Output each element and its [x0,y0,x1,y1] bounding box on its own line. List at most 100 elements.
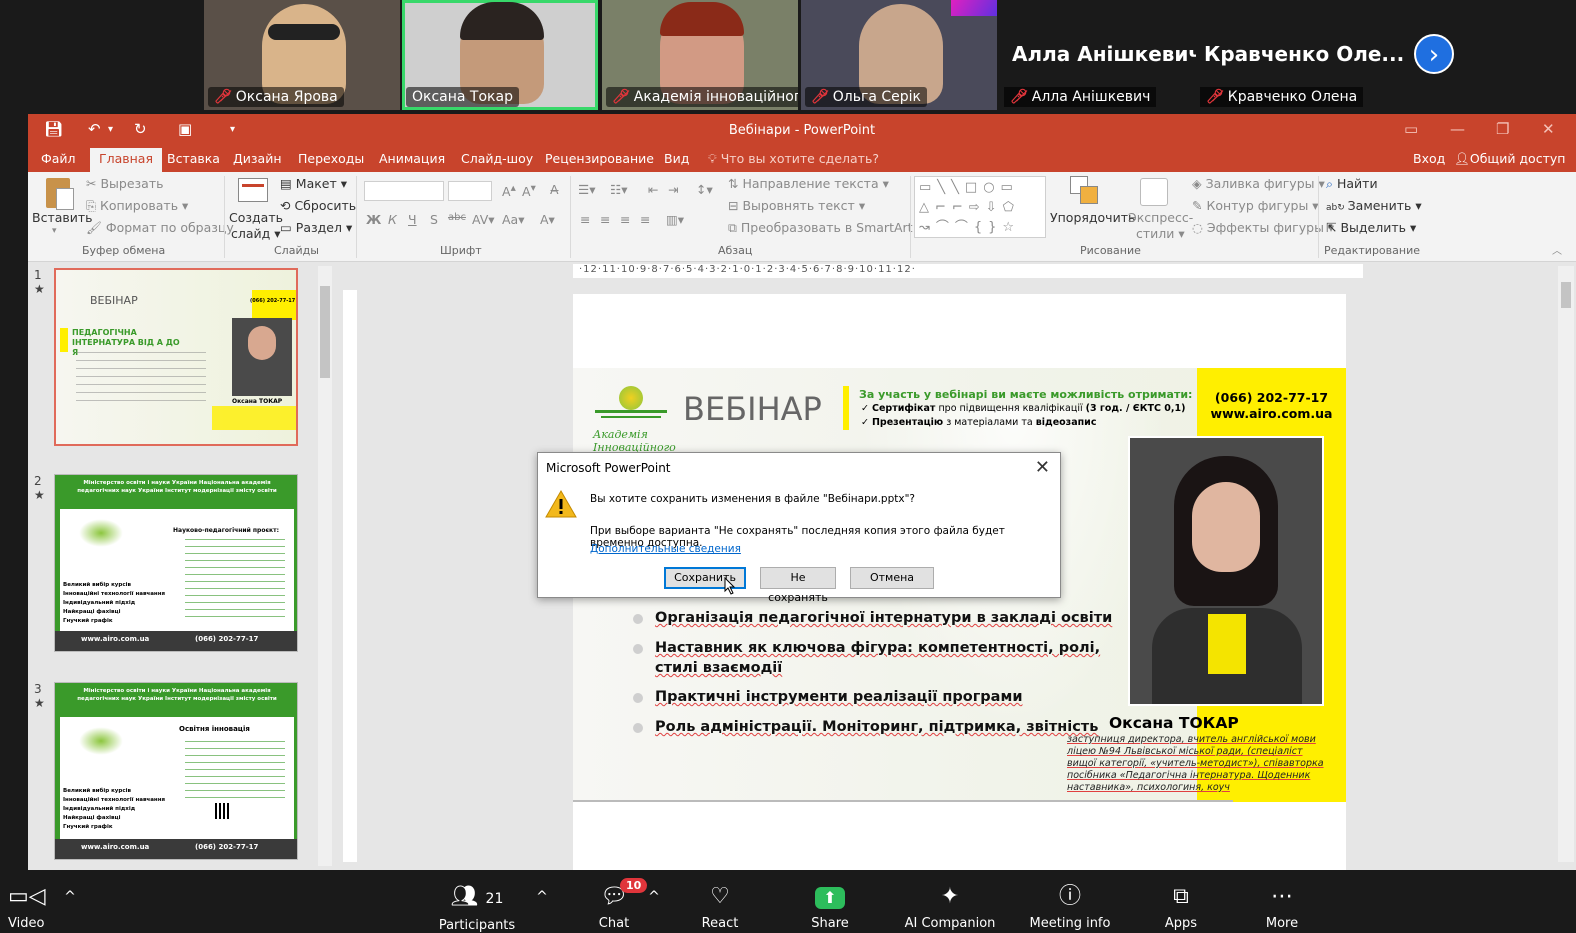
share-button[interactable]: 👤︎Общий доступ [1454,151,1565,167]
strikethrough-icon[interactable]: abc [448,212,466,223]
participant-name-label: 🎤︎̸Академія інноваційного ... [606,87,798,107]
heart-icon: ♡ [710,884,730,909]
collapse-ribbon-icon[interactable]: ︿ [1552,242,1562,257]
font-name-field[interactable] [364,181,444,201]
group-label-clipboard: Буфер обмена [82,244,166,257]
maximize-icon[interactable]: ❐ [1496,120,1509,138]
video-tile[interactable]: 🎤︎̸ Оксана Ярова [204,0,400,110]
shape-outline-button[interactable]: ✎ Контур фигуры ▾ [1192,198,1319,213]
name-only-tile[interactable]: Алла Анішкевич 🎤︎̸ Алла Анішкевич [1000,0,1202,110]
close-window-icon[interactable]: ✕ [1542,120,1555,138]
tab-slideshow[interactable]: Слайд-шоу [461,151,533,166]
tab-file[interactable]: Файл [41,151,76,166]
meeting-info-button[interactable]: ⓘ Meeting info [1022,884,1118,931]
react-button[interactable]: ♡ React [696,884,744,931]
quick-styles-button[interactable]: Экспресс- [1128,210,1193,225]
cut-button[interactable]: ✂ Вырезать [86,176,163,191]
participants-count: 21 [485,891,504,907]
new-slide-button-line2[interactable]: слайд ▾ [231,226,281,241]
chat-options-caret[interactable]: ^ [646,884,662,910]
shape-fill-button[interactable]: ◈ Заливка фигуры ▾ [1192,176,1325,191]
slide-thumbnail-3[interactable]: Міністерство освіти і науки України Наці… [54,682,298,860]
tab-insert[interactable]: Вставка [167,151,220,166]
dont-save-button[interactable]: Не сохранять [760,567,836,604]
increase-font-icon[interactable]: A▴ [502,182,516,199]
mic-muted-icon: 🎤︎̸ [1206,89,1224,105]
video-options-caret[interactable]: ^ [62,884,78,910]
tab-transitions[interactable]: Переходы [298,151,364,166]
apps-button[interactable]: ⧉ Apps [1160,884,1202,931]
paste-icon[interactable] [44,176,74,210]
increase-indent-icon[interactable]: ⇥ [668,182,678,197]
tab-design[interactable]: Дизайн [233,151,282,166]
reset-button[interactable]: ⟲ Сбросить [280,198,356,213]
align-text-button[interactable]: ⊟ Выровнять текст ▾ [728,198,865,213]
section-button[interactable]: ▭ Раздел ▾ [280,220,352,235]
find-button[interactable]: ⌕ Найти [1326,176,1378,192]
thumbnails-scrollbar[interactable] [318,266,332,866]
video-tile[interactable]: 🎤︎̸ Ольга Серік [801,0,997,110]
font-size-field[interactable] [448,181,492,201]
name-only-tile[interactable]: Кравченко Оле... 🎤︎̸ Кравченко Олена [1196,0,1404,110]
char-spacing-icon[interactable]: AV▾ [472,212,495,227]
share-screen-button[interactable]: ⬆ Share [806,884,854,931]
quick-styles-icon[interactable] [1140,176,1170,210]
new-slide-button[interactable]: Создать [229,210,283,225]
ribbon-display-icon[interactable]: ▭ [1404,120,1418,138]
minimize-icon[interactable]: — [1450,120,1465,138]
align-right-icon[interactable]: ≡ [620,212,630,227]
video-button[interactable]: ▭◁ Video [8,884,46,931]
paste-button[interactable]: Вставить [32,210,93,225]
line-spacing-icon[interactable]: ↕▾ [696,182,713,197]
more-info-link[interactable]: Дополнительные сведения [590,543,741,555]
change-case-icon[interactable]: Aa▾ [502,212,525,227]
tab-animation[interactable]: Анимация [379,151,445,166]
tab-view[interactable]: Вид [664,151,689,166]
tab-review[interactable]: Рецензирование [545,151,654,166]
video-tile[interactable]: 🎤︎̸Академія інноваційного ... [602,0,798,110]
clear-format-icon[interactable]: A̶ [550,182,559,197]
sign-in-link[interactable]: Вход [1413,151,1445,166]
quick-styles-button-line2[interactable]: стили ▾ [1136,226,1185,241]
tab-home[interactable]: Главная [90,148,162,172]
text-direction-button[interactable]: ⇅ Направление текста ▾ [728,176,889,191]
smartart-button[interactable]: ⧉ Преобразовать в SmartArt ▾ [728,220,923,236]
bullet-dot [633,693,643,703]
decrease-indent-icon[interactable]: ⇤ [648,182,658,197]
numbering-icon[interactable]: ☷▾ [610,182,627,197]
bullets-icon[interactable]: ☰▾ [578,182,595,197]
layout-button[interactable]: ▤ Макет ▾ [280,176,347,191]
shapes-gallery[interactable]: ▭╲╲□○▭ △⌐⌐⇨⇩⬠ ↝⌒⌒{}☆ [914,176,1046,238]
slide-thumbnail-1[interactable]: ВЕБІНАР (066) 202-77-17 ПЕДАГОГІЧНА ІНТЕ… [54,268,298,446]
editor-scrollbar[interactable] [1558,266,1574,862]
next-page-button[interactable]: › [1414,34,1454,74]
close-icon[interactable]: ✕ [1035,457,1050,478]
italic-icon[interactable]: К [388,212,397,227]
align-left-icon[interactable]: ≡ [580,212,590,227]
select-button[interactable]: ⇱ Выделить ▾ [1326,220,1416,235]
new-slide-icon[interactable] [238,174,268,208]
shadow-icon[interactable]: S [430,212,438,227]
columns-icon[interactable]: ▥▾ [666,212,684,227]
justify-icon[interactable]: ≡ [640,212,650,227]
replace-button[interactable]: ab↻ Заменить ▾ [1326,198,1422,213]
cancel-button[interactable]: Отмена [850,567,934,589]
video-tile-active-speaker[interactable]: Оксана Токар [402,0,598,110]
participants-button[interactable]: 👥︎ 21 Participants [434,884,520,933]
tell-me-search[interactable]: 💡︎ Что вы хотите сделать? [708,151,879,167]
ai-companion-button[interactable]: ✦ AI Companion [898,884,1002,931]
participants-options-caret[interactable]: ^ [534,884,550,910]
underline-icon[interactable]: Ч [408,212,417,227]
font-color-icon[interactable]: A▾ [540,212,555,227]
shape-effects-button[interactable]: ◌ Эффекты фигуры ▾ [1192,220,1334,235]
paste-dropdown-icon[interactable]: ▾ [52,226,57,236]
arrange-icon[interactable] [1070,176,1100,210]
bold-icon[interactable]: Ж [366,212,381,227]
align-center-icon[interactable]: ≡ [600,212,610,227]
arrange-button[interactable]: Упорядочить [1050,210,1135,225]
copy-button[interactable]: ⎘ Копировать ▾ [86,198,188,214]
slide-thumbnail-2[interactable]: Міністерство освіти і науки України Наці… [54,474,298,652]
format-painter-button[interactable]: 🖌︎ Формат по образцу [86,220,234,236]
decrease-font-icon[interactable]: A▾ [522,182,536,199]
more-button[interactable]: ⋯ More [1260,884,1304,931]
